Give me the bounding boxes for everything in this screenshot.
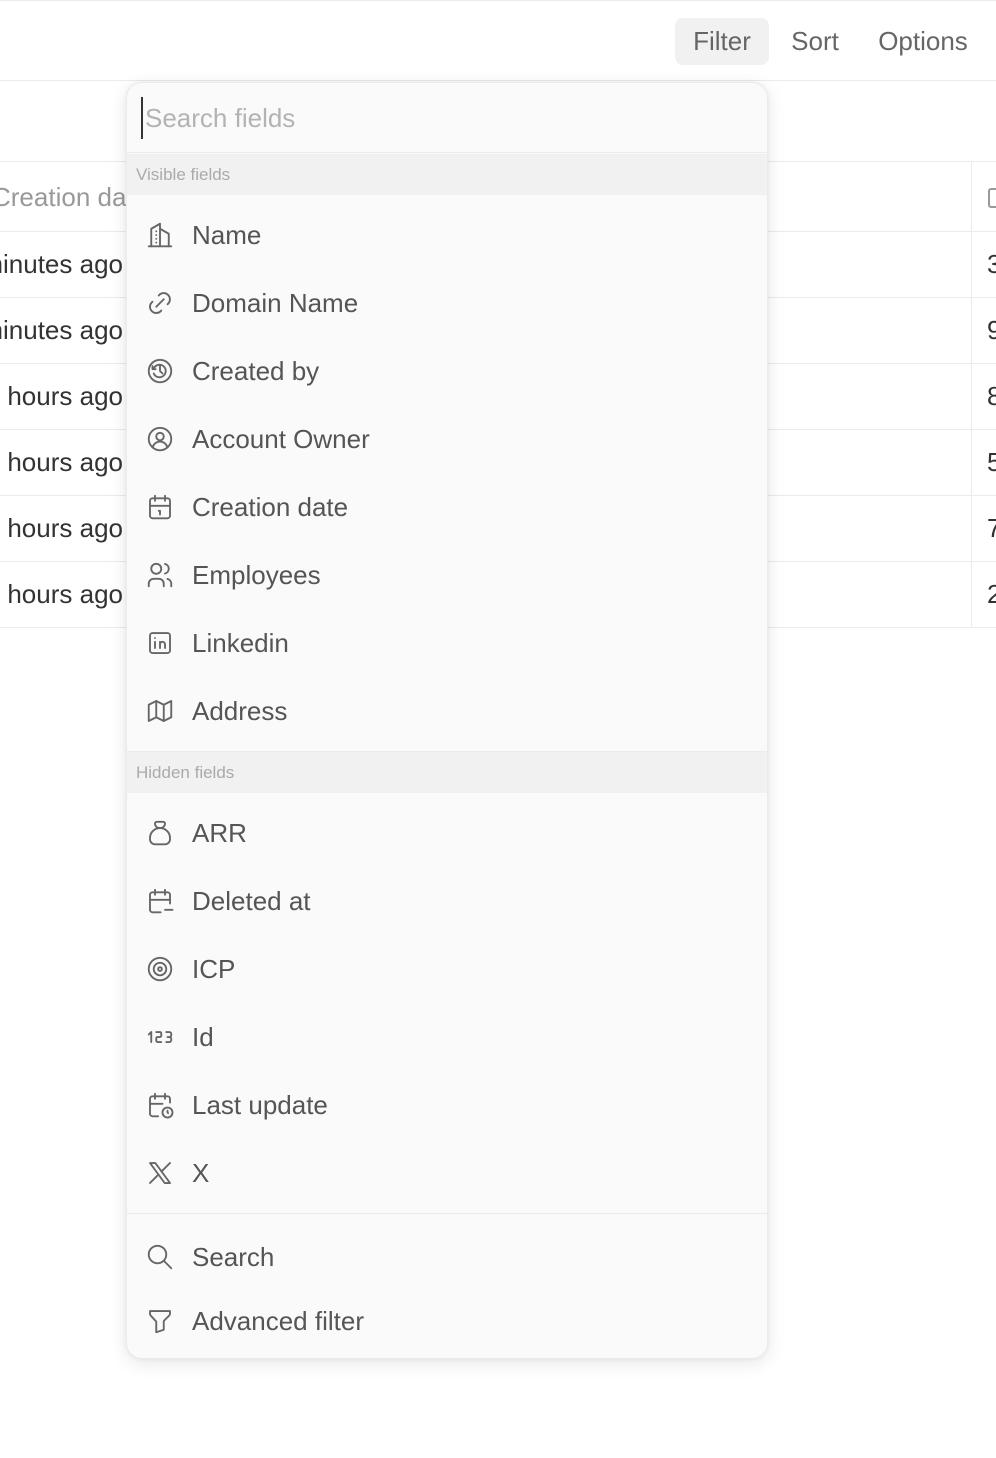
sort-button[interactable]: Sort xyxy=(779,18,851,65)
hidden-fields-heading: Hidden fields xyxy=(127,752,767,793)
field-label: Employees xyxy=(192,559,321,590)
table-cell-date: 21 hours ago xyxy=(0,579,123,609)
table-cell-date: 8 minutes ago xyxy=(0,249,123,279)
search-fields-row xyxy=(127,83,767,153)
field-item-last-update[interactable]: Last update xyxy=(127,1071,767,1139)
linkedin-icon xyxy=(145,628,175,658)
table-cell-date: 8 minutes ago xyxy=(0,315,123,345)
filter-button[interactable]: Filter xyxy=(675,18,769,65)
numbers-icon xyxy=(145,1022,175,1052)
field-label: Linkedin xyxy=(192,627,289,658)
field-label: Creation date xyxy=(192,491,349,522)
field-label: Address xyxy=(192,695,288,726)
section-divider xyxy=(127,1213,767,1214)
calendar-icon xyxy=(145,492,175,522)
link-icon xyxy=(145,288,175,318)
field-item-linkedin[interactable]: Linkedin xyxy=(127,609,767,677)
map-icon xyxy=(145,696,175,726)
advanced-filter-action[interactable]: Advanced filter xyxy=(127,1287,767,1355)
field-label: Account Owner xyxy=(192,423,370,454)
calendar-minus-icon xyxy=(145,886,175,916)
field-item-x[interactable]: X xyxy=(127,1139,767,1207)
field-label: Name xyxy=(192,219,262,250)
field-item-created-by[interactable]: Created by xyxy=(127,337,767,405)
target-icon xyxy=(145,954,175,984)
view-bar: Filter Sort Options xyxy=(0,0,996,81)
options-button[interactable]: Options xyxy=(863,18,983,65)
x-logo-icon xyxy=(145,1158,175,1188)
field-label: Created by xyxy=(192,355,320,386)
field-item-employees[interactable]: Employees xyxy=(127,541,767,609)
field-label: Last update xyxy=(192,1089,328,1120)
field-label: Id xyxy=(192,1021,214,1052)
field-item-arr[interactable]: ARR xyxy=(127,799,767,867)
table-cell-value: 3 xyxy=(987,249,996,279)
field-label: X xyxy=(192,1157,210,1188)
field-item-address[interactable]: Address xyxy=(127,677,767,745)
calendar-clock-icon xyxy=(145,1090,175,1120)
history-icon xyxy=(145,356,175,386)
field-item-icp[interactable]: ICP xyxy=(127,935,767,1003)
field-item-creation-date[interactable]: Creation date xyxy=(127,473,767,541)
table-cell-date: 21 hours ago xyxy=(0,513,123,543)
search-icon xyxy=(145,1242,175,1272)
table-cell-date: 21 hours ago xyxy=(0,381,123,411)
field-label: ICP xyxy=(192,953,236,984)
table-cell-value: 9 xyxy=(987,315,996,345)
search-action[interactable]: Search xyxy=(127,1223,767,1291)
table-cell-value: 5 xyxy=(987,447,996,477)
building-icon xyxy=(145,220,175,250)
page: Filter Sort Options Creation date 8 minu… xyxy=(0,0,996,1458)
users-icon xyxy=(145,560,175,590)
table-cell-value: 8 xyxy=(987,381,996,411)
field-item-id[interactable]: Id xyxy=(127,1003,767,1071)
table-cell-value: 7 xyxy=(987,513,996,543)
field-item-account-owner[interactable]: Account Owner xyxy=(127,405,767,473)
field-label: ARR xyxy=(192,817,247,848)
money-bag-icon xyxy=(145,818,175,848)
action-label: Advanced filter xyxy=(192,1305,364,1336)
filter-fields-dropdown: Visible fields Name Domain Name Created … xyxy=(126,82,768,1359)
user-circle-icon xyxy=(145,424,175,454)
field-item-domain-name[interactable]: Domain Name xyxy=(127,269,767,337)
column-icon xyxy=(988,188,996,208)
filter-icon xyxy=(145,1306,175,1336)
table-cell-date: 21 hours ago xyxy=(0,447,123,477)
search-fields-input[interactable] xyxy=(141,97,741,139)
table-cell-value: 2 xyxy=(987,579,996,609)
visible-fields-heading: Visible fields xyxy=(127,154,767,195)
field-label: Domain Name xyxy=(192,287,359,318)
action-label: Search xyxy=(192,1241,275,1272)
field-label: Deleted at xyxy=(192,885,311,916)
field-item-deleted-at[interactable]: Deleted at xyxy=(127,867,767,935)
field-item-name[interactable]: Name xyxy=(127,201,767,269)
